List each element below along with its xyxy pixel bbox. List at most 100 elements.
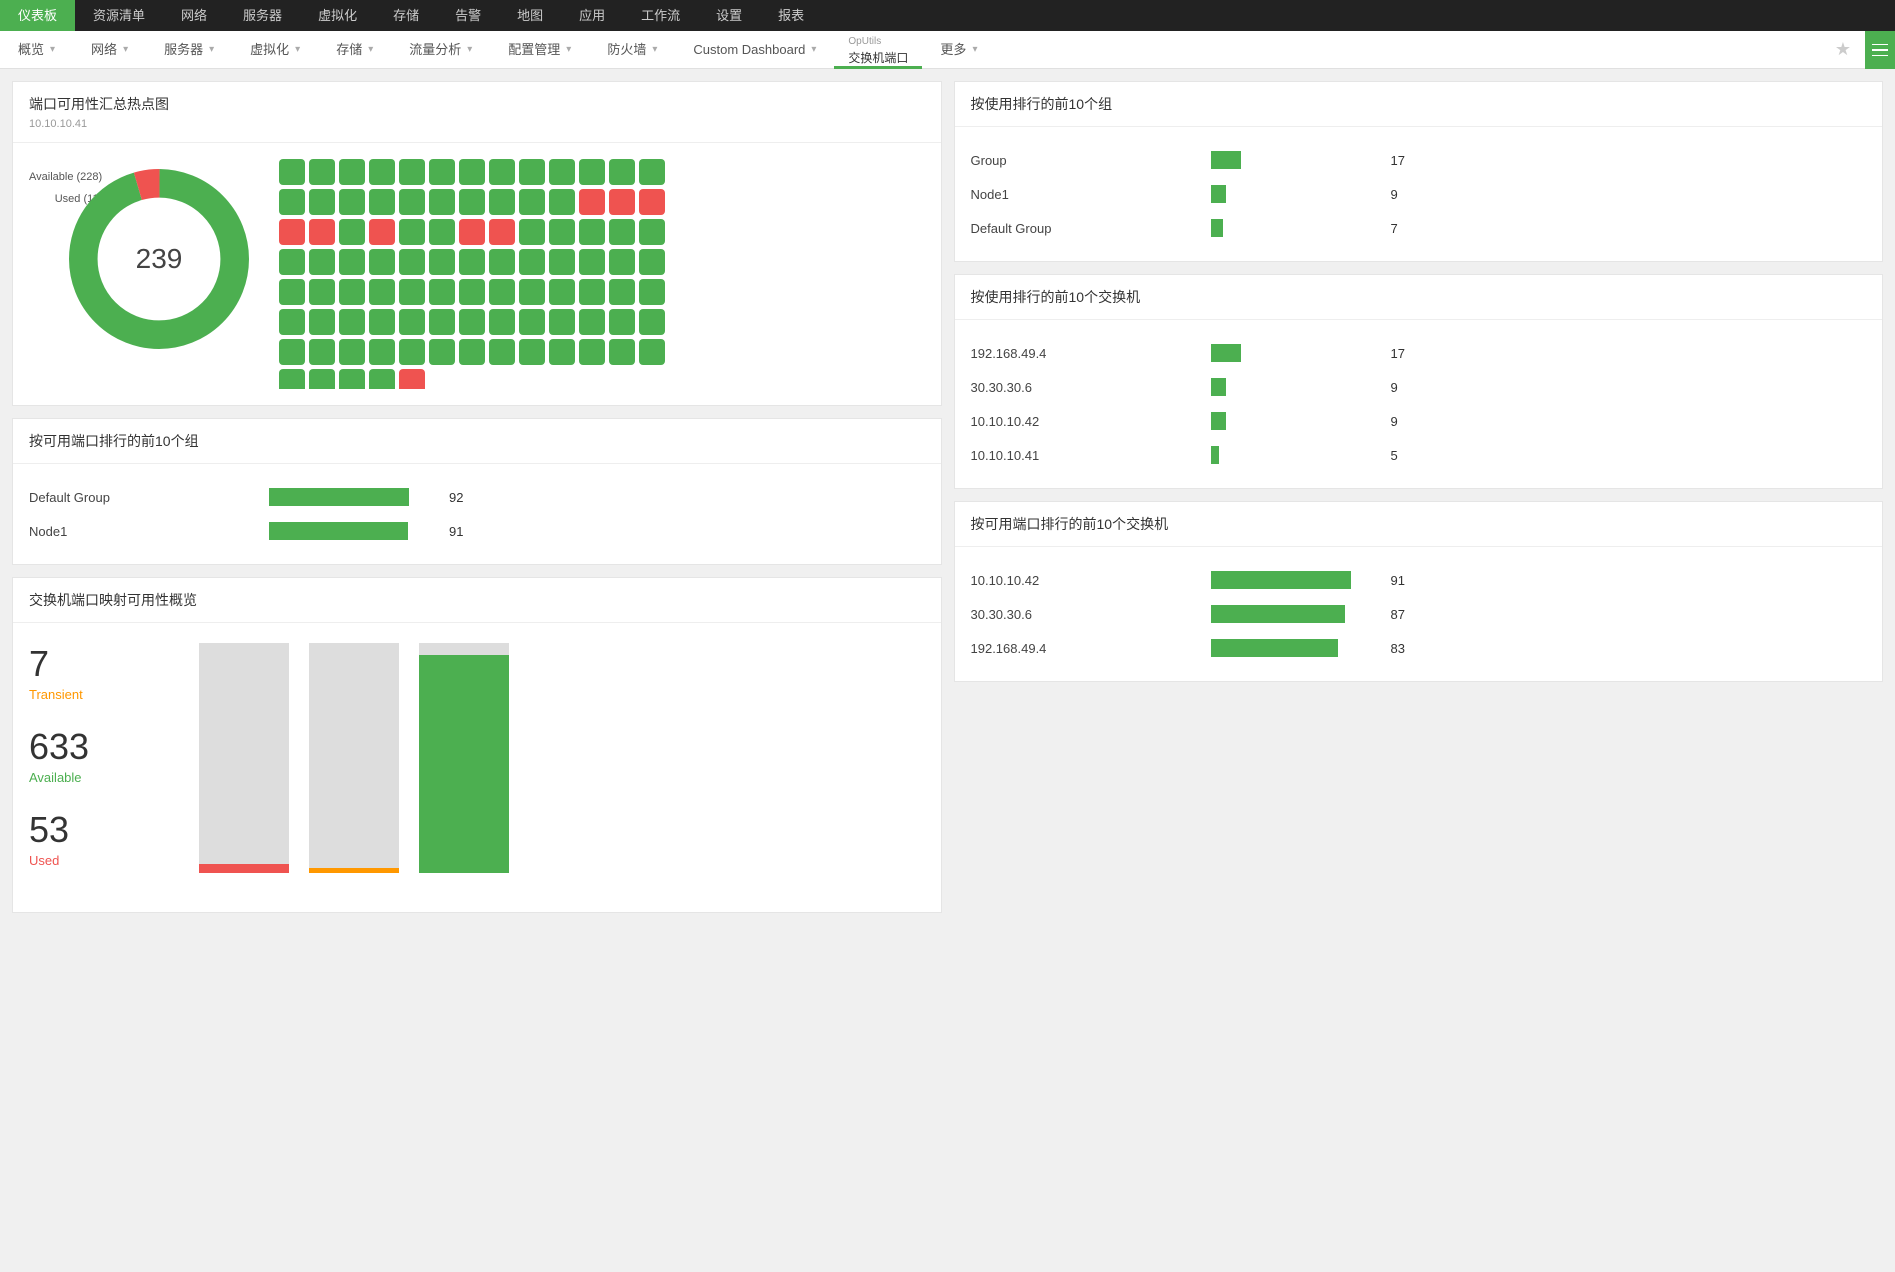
port-cell[interactable] [279, 309, 305, 335]
port-cell[interactable] [459, 309, 485, 335]
port-cell[interactable] [639, 189, 665, 215]
topnav-item-dashboard[interactable]: 仪表板 [0, 0, 75, 31]
topnav-item-map[interactable]: 地图 [499, 0, 561, 31]
port-cell[interactable] [489, 309, 515, 335]
port-cell[interactable] [489, 219, 515, 245]
port-cell[interactable] [579, 219, 605, 245]
port-cell[interactable] [549, 309, 575, 335]
port-cell[interactable] [369, 219, 395, 245]
port-cell[interactable] [309, 279, 335, 305]
bar-row[interactable]: Node191 [29, 514, 925, 548]
port-cell[interactable] [369, 159, 395, 185]
port-cell[interactable] [459, 159, 485, 185]
port-cell[interactable] [519, 309, 545, 335]
menu-toggle-icon[interactable] [1865, 31, 1895, 69]
port-cell[interactable] [579, 249, 605, 275]
port-cell[interactable] [429, 249, 455, 275]
bar-row[interactable]: 192.168.49.417 [971, 336, 1867, 370]
bar-row[interactable]: 10.10.10.4291 [971, 563, 1867, 597]
port-cell[interactable] [519, 279, 545, 305]
subnav-item-more[interactable]: 更多▾ [922, 31, 995, 69]
port-cell[interactable] [399, 309, 425, 335]
subnav-tab-switchport[interactable]: OpUtils 交换机端口 [834, 30, 922, 69]
port-cell[interactable] [549, 189, 575, 215]
port-cell[interactable] [549, 159, 575, 185]
port-cell[interactable] [279, 249, 305, 275]
port-cell[interactable] [339, 309, 365, 335]
port-cell[interactable] [609, 219, 635, 245]
port-cell[interactable] [339, 219, 365, 245]
bar-row[interactable]: Default Group92 [29, 480, 925, 514]
port-cell[interactable] [399, 279, 425, 305]
port-cell[interactable] [639, 219, 665, 245]
port-cell[interactable] [519, 249, 545, 275]
subnav-item-storage[interactable]: 存储▾ [318, 31, 391, 69]
port-cell[interactable] [429, 189, 455, 215]
port-cell[interactable] [519, 159, 545, 185]
port-cell[interactable] [279, 189, 305, 215]
port-cell[interactable] [339, 189, 365, 215]
port-cell[interactable] [609, 339, 635, 365]
port-cell[interactable] [279, 369, 305, 389]
bar-row[interactable]: Node19 [971, 177, 1867, 211]
port-cell[interactable] [279, 339, 305, 365]
port-cell[interactable] [639, 279, 665, 305]
port-cell[interactable] [279, 219, 305, 245]
port-cell[interactable] [609, 279, 635, 305]
port-cell[interactable] [459, 219, 485, 245]
port-cell[interactable] [609, 159, 635, 185]
port-cell[interactable] [399, 249, 425, 275]
port-cell[interactable] [309, 309, 335, 335]
topnav-item-workflow[interactable]: 工作流 [623, 0, 698, 31]
port-cell[interactable] [309, 249, 335, 275]
port-cell[interactable] [279, 159, 305, 185]
port-cell[interactable] [549, 339, 575, 365]
port-cell[interactable] [429, 279, 455, 305]
port-cell[interactable] [369, 369, 395, 389]
port-heatmap-grid[interactable] [279, 159, 925, 389]
favorite-star-icon[interactable]: ★ [1821, 39, 1865, 60]
port-cell[interactable] [579, 309, 605, 335]
port-cell[interactable] [369, 279, 395, 305]
port-cell[interactable] [609, 189, 635, 215]
port-cell[interactable] [489, 279, 515, 305]
port-cell[interactable] [399, 189, 425, 215]
port-cell[interactable] [399, 159, 425, 185]
port-cell[interactable] [309, 339, 335, 365]
subnav-item-config[interactable]: 配置管理▾ [490, 31, 589, 69]
port-cell[interactable] [339, 159, 365, 185]
port-cell[interactable] [309, 219, 335, 245]
port-cell[interactable] [339, 339, 365, 365]
port-cell[interactable] [579, 159, 605, 185]
port-cell[interactable] [309, 159, 335, 185]
bar-row[interactable]: Group17 [971, 143, 1867, 177]
bar-row[interactable]: 10.10.10.429 [971, 404, 1867, 438]
bar-row[interactable]: 30.30.30.687 [971, 597, 1867, 631]
topnav-item-settings[interactable]: 设置 [698, 0, 760, 31]
topnav-item-alarm[interactable]: 告警 [437, 0, 499, 31]
port-cell[interactable] [369, 189, 395, 215]
port-cell[interactable] [639, 159, 665, 185]
port-cell[interactable] [399, 369, 425, 389]
port-cell[interactable] [369, 249, 395, 275]
port-cell[interactable] [489, 249, 515, 275]
port-cell[interactable] [429, 339, 455, 365]
port-cell[interactable] [339, 249, 365, 275]
topnav-item-server[interactable]: 服务器 [225, 0, 300, 31]
port-cell[interactable] [459, 249, 485, 275]
bar-row[interactable]: 192.168.49.483 [971, 631, 1867, 665]
port-cell[interactable] [399, 219, 425, 245]
port-cell[interactable] [309, 369, 335, 389]
subnav-item-custom[interactable]: Custom Dashboard▾ [675, 31, 834, 69]
port-cell[interactable] [579, 279, 605, 305]
topnav-item-report[interactable]: 报表 [760, 0, 822, 31]
subnav-item-firewall[interactable]: 防火墙▾ [589, 31, 675, 69]
subnav-item-traffic[interactable]: 流量分析▾ [391, 31, 490, 69]
port-cell[interactable] [429, 159, 455, 185]
bar-row[interactable]: 10.10.10.415 [971, 438, 1867, 472]
port-cell[interactable] [579, 339, 605, 365]
port-cell[interactable] [639, 309, 665, 335]
subnav-item-network[interactable]: 网络▾ [73, 31, 146, 69]
topnav-item-network[interactable]: 网络 [163, 0, 225, 31]
port-cell[interactable] [609, 249, 635, 275]
